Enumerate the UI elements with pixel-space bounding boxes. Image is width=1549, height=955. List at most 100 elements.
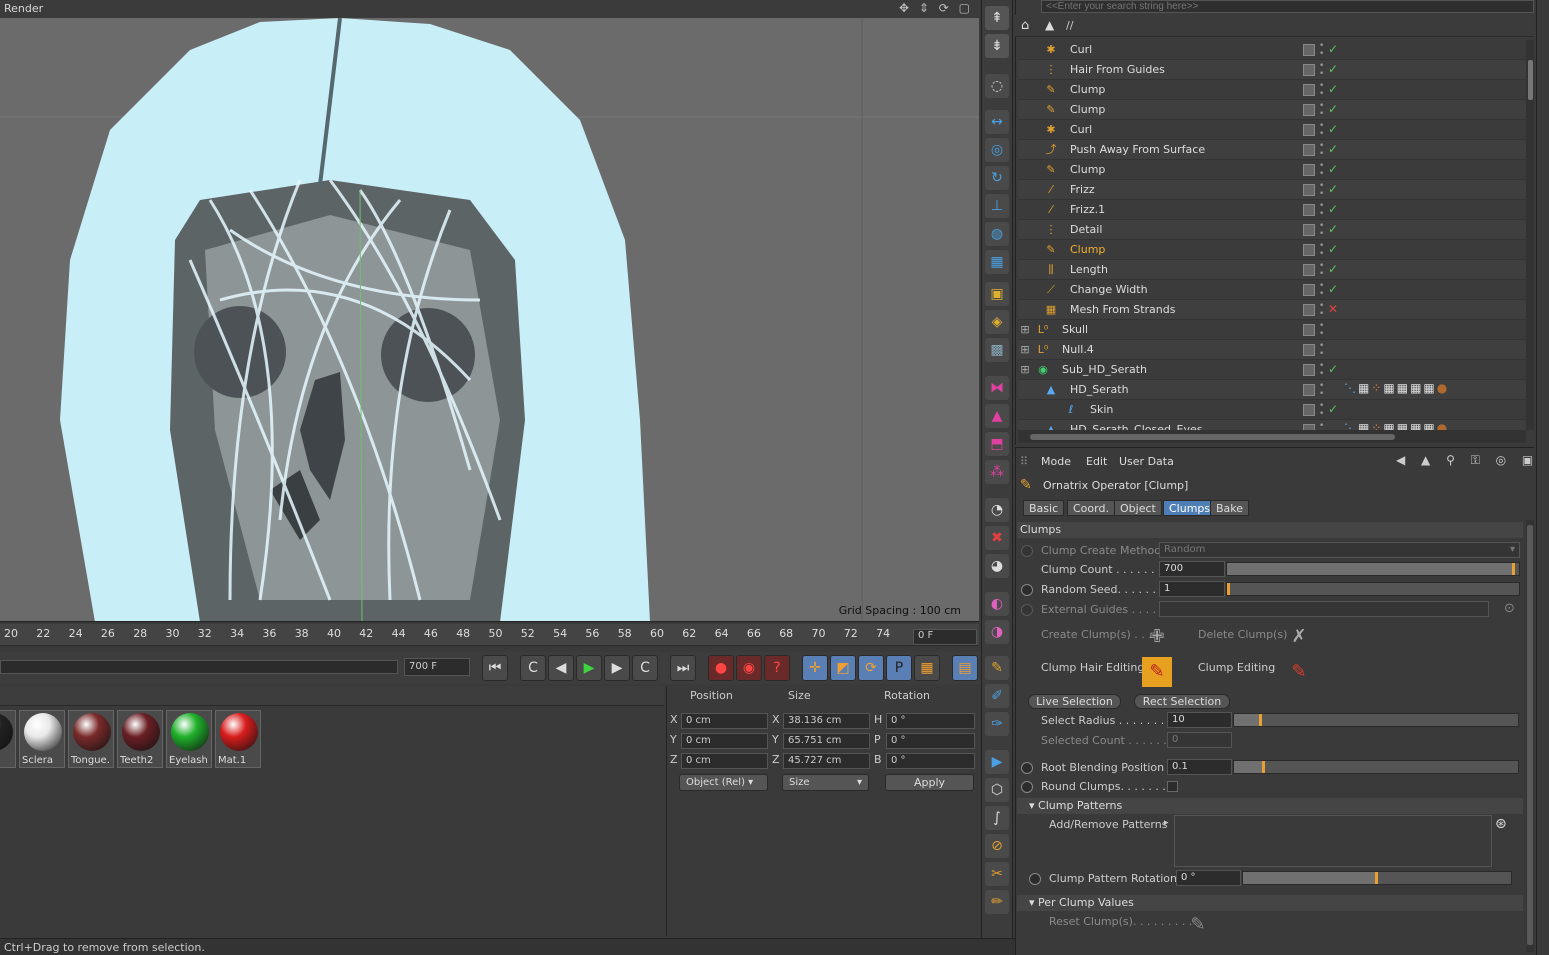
object-row[interactable]: ✱ Curl • • ✓ [1018,120,1526,140]
layer-color-box[interactable] [1303,44,1315,56]
object-name[interactable]: Frizz.1 [1070,203,1105,216]
pattern-picker-icon[interactable]: ⊛ [1495,816,1507,832]
timeline-ruler[interactable]: 20 22 24 26 28 30 32 34 36 38 40 42 44 46 48 50 52 54 56 58… [0,624,979,646]
right-side-tab-strip[interactable] [1536,0,1549,955]
object-name[interactable]: Clump [1070,83,1105,96]
root-blending-animate[interactable] [1021,762,1033,774]
up-arrow-icon[interactable]: ▲ [1045,18,1054,32]
object-horizontal-scroll-thumb[interactable] [1030,434,1395,440]
material-icon-b[interactable]: ◑ [985,620,1009,644]
rotate-tool-icon[interactable]: ↻ [985,166,1009,190]
object-row[interactable]: ⊞ L⁰ Skull • • [1018,320,1526,340]
object-name[interactable]: Curl [1070,123,1092,136]
rotation-field[interactable]: 0 ° [886,733,975,749]
clump-patterns-section-header[interactable]: ▾ Clump Patterns [1017,798,1523,814]
coordinate-mode-dropdown[interactable]: Object (Rel) ▾ [679,774,768,791]
visibility-dots[interactable]: •• [1319,402,1324,419]
object-row[interactable]: ▲ HD_Serath • • ⋱▦⁘▦▦▦▦● [1018,380,1526,400]
position-field[interactable]: 0 cm [681,713,768,729]
enabled-check[interactable]: ✓ [1328,82,1338,96]
play-tool-icon[interactable]: ▶ [985,750,1009,774]
position-field[interactable]: 0 cm [681,753,768,769]
create-clumps-icon[interactable]: ✙ [1142,622,1172,652]
slider-knob[interactable] [1375,872,1378,884]
rotate-key-button[interactable]: ⟳ [858,655,884,681]
round-clumps-animate[interactable] [1021,781,1033,793]
select-radius-slider[interactable] [1233,713,1519,727]
random-seed-animate[interactable] [1021,584,1033,596]
enabled-check[interactable]: ✓ [1328,102,1338,116]
object-name[interactable]: Skull [1062,323,1088,336]
enabled-check[interactable]: ✓ [1328,122,1338,136]
hair-brush-icon[interactable]: ✏ [985,890,1009,914]
object-name[interactable]: Push Away From Surface [1070,143,1205,156]
layer-color-box[interactable] [1303,184,1315,196]
object-vertical-scroll-thumb[interactable] [1528,60,1533,100]
visibility-dots[interactable]: •• [1319,162,1324,179]
layer-color-box[interactable] [1303,264,1315,276]
object-row[interactable]: ℓ Skin • • ✓ [1018,400,1526,420]
clump-pattern-rotation-slider[interactable] [1242,871,1512,885]
rotation-field[interactable]: 0 ° [886,753,975,769]
axis-tool-icon[interactable]: ⊥ [985,194,1009,218]
object-name[interactable]: Null.4 [1062,343,1094,356]
autokey-button[interactable]: ◉ [736,655,762,681]
object-row[interactable]: ⫼ Length • • ✓ [1018,260,1526,280]
grid-mode-icon[interactable]: ▦ [985,250,1009,274]
apply-button[interactable]: Apply [885,774,974,791]
object-name[interactable]: Skin [1090,403,1113,416]
slider-knob[interactable] [1512,563,1515,575]
object-name[interactable]: Change Width [1070,283,1148,296]
layer-color-box[interactable] [1303,304,1315,316]
enabled-check[interactable]: ✓ [1328,62,1338,76]
object-search-input[interactable] [1041,0,1534,13]
random-seed-field[interactable]: 1 [1159,581,1225,597]
enabled-check[interactable]: ✓ [1328,262,1338,276]
external-guides-pick-icon[interactable]: ⊙ [1504,601,1515,616]
render-settings-icon[interactable]: ⬒ [985,432,1009,456]
visibility-dots[interactable]: •• [1319,382,1324,399]
visibility-dots[interactable]: •• [1319,242,1324,259]
layer-color-box[interactable] [1303,344,1315,356]
scale-tool-icon[interactable]: ◎ [985,138,1009,162]
camera-icon[interactable]: ◕ [985,554,1009,578]
move-key-button[interactable]: ✛ [802,655,828,681]
menu-user-data[interactable]: User Data [1119,455,1174,468]
deformer-icon[interactable]: ✖ [985,526,1009,550]
root-blending-field[interactable]: 0.1 [1167,759,1232,775]
visibility-dots[interactable]: •• [1319,422,1324,431]
layer-color-box[interactable] [1303,224,1315,236]
size-field[interactable]: 38.136 cm [783,713,870,729]
home-icon[interactable]: ⌂ [1021,18,1029,33]
visibility-dots[interactable]: •• [1319,362,1324,379]
enabled-check[interactable]: ✓ [1328,142,1338,156]
object-row[interactable]: ⊞ L⁰ Null.4 • • [1018,340,1526,360]
delete-clumps-icon[interactable]: ✗ [1284,622,1314,652]
object-row[interactable]: ✎ Clump • • ✓ [1018,160,1526,180]
current-frame-field[interactable]: 0 F [913,629,977,645]
expand-icon[interactable]: ⊞ [1018,343,1032,357]
enabled-check[interactable]: ✓ [1328,282,1338,296]
clump-create-method-dropdown[interactable]: Random ▾ [1159,542,1520,558]
object-row[interactable]: ▦ Mesh From Strands • • ✕ [1018,300,1526,320]
tab-coord[interactable]: Coord. [1067,500,1115,516]
enabled-check[interactable]: ✓ [1328,402,1338,416]
material-swatch[interactable]: Mat.1 [215,710,261,768]
attribute-vertical-scroll-thumb[interactable] [1527,525,1533,945]
previous-frame-button[interactable]: ◀ [548,655,574,681]
layer-color-box[interactable] [1303,204,1315,216]
tab-object[interactable]: Object [1114,500,1162,516]
position-field[interactable]: 0 cm [681,733,768,749]
object-row[interactable]: ✎ Clump • • ✓ [1018,80,1526,100]
render-viewport[interactable]: Render ✥ ⇕ ⟳ ▢ Grid Spacing : 100 cm [0,0,979,622]
object-row[interactable]: ✎ Clump • • ✓ [1018,240,1526,260]
size-field[interactable]: 45.727 cm [783,753,870,769]
object-name[interactable]: Curl [1070,43,1092,56]
visibility-dots[interactable]: •• [1319,322,1324,339]
tab-basic[interactable]: Basic [1023,500,1065,516]
per-clump-values-section-header[interactable]: ▾ Per Clump Values [1017,895,1523,911]
object-row[interactable]: ✱ Curl • • ✓ [1018,40,1526,60]
live-selection-icon[interactable]: ◌ [985,74,1009,98]
viewport-nav-icons[interactable]: ✥ ⇕ ⟳ ▢ [899,1,973,15]
clump-editing-icon[interactable]: ✎ [1284,657,1314,687]
